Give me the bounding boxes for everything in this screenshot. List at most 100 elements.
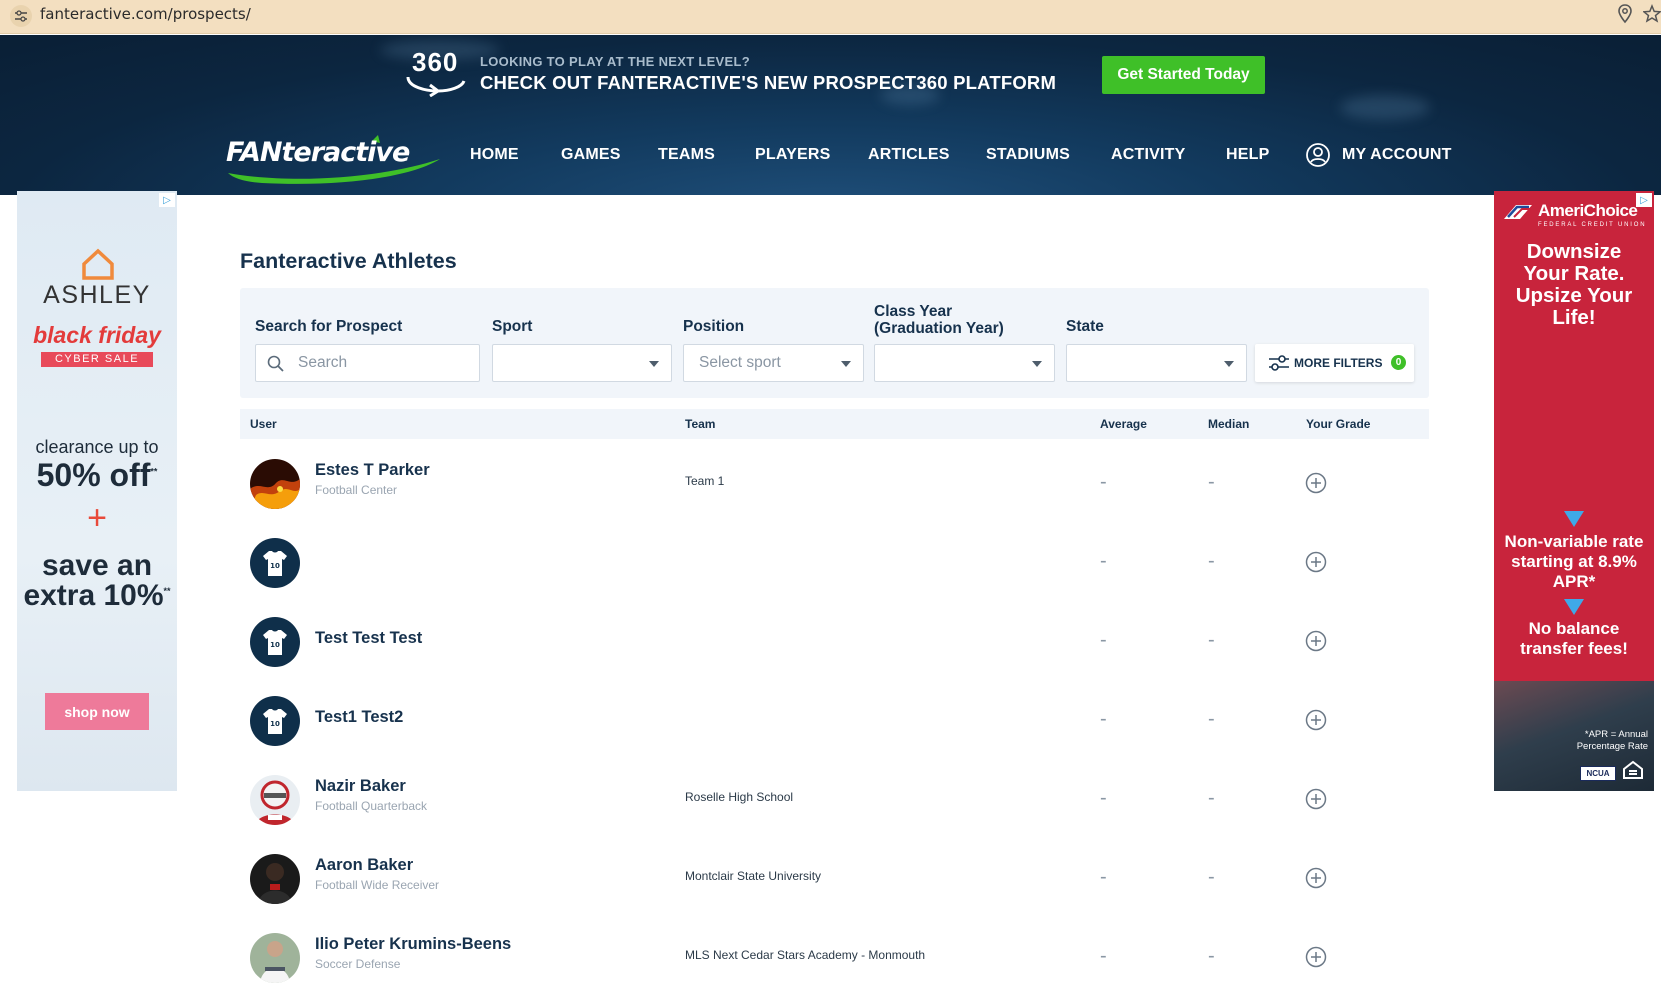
jersey-icon[interactable]: 10	[250, 617, 300, 667]
address-bar[interactable]: fanteractive.com/prospects/	[0, 0, 1661, 34]
col-user[interactable]: User	[250, 417, 277, 431]
ad-ashley[interactable]: ▷ ASHLEY black friday CYBER SALE clearan…	[17, 191, 177, 791]
ad-americhoice[interactable]: ▷ AmeriChoice FEDERAL CREDIT UNION Downs…	[1494, 191, 1654, 791]
nav-teams[interactable]: TEAMS	[658, 146, 715, 164]
location-icon[interactable]	[1618, 4, 1632, 24]
table-row[interactable]: Estes T Parker Football Center Team 1 - -	[240, 444, 1429, 523]
nav-articles[interactable]: ARTICLES	[868, 146, 950, 164]
median-value: -	[1208, 629, 1215, 651]
athlete-name[interactable]: Test1 Test2	[315, 708, 403, 727]
add-grade-icon[interactable]	[1305, 946, 1327, 973]
athlete-position: Football Wide Receiver	[315, 878, 440, 892]
jersey-icon[interactable]: 10	[250, 696, 300, 746]
col-your-grade[interactable]: Your Grade	[1306, 417, 1370, 431]
add-grade-icon[interactable]	[1305, 551, 1327, 578]
ad-footnote: *APR = Annual Percentage Rate	[1576, 729, 1648, 752]
table-row[interactable]: 10 Test Test Test - -	[240, 602, 1429, 681]
ad-line4-text: extra 10%	[23, 579, 164, 612]
more-filters-button[interactable]: MORE FILTERS 0	[1255, 344, 1414, 382]
athlete-position: Football Center	[315, 483, 398, 497]
search-input[interactable]: Search	[255, 344, 480, 382]
nav-stadiums[interactable]: STADIUMS	[986, 146, 1070, 164]
class-year-label: Class Year (Graduation Year)	[874, 303, 1004, 337]
table-row[interactable]: Ilio Peter Krumins-Beens Soccer Defense ML…	[240, 918, 1429, 997]
house-icon	[82, 248, 114, 280]
position-label: Position	[683, 318, 745, 335]
jersey-icon[interactable]: 10	[250, 538, 300, 588]
table-row[interactable]: Nazir Baker Football Quarterback Roselle H…	[240, 760, 1429, 839]
promo-headline[interactable]: CHECK OUT FANTERACTIVE'S NEW PROSPECT360…	[480, 72, 1056, 94]
median-value: -	[1208, 866, 1215, 888]
avatar[interactable]	[250, 933, 300, 983]
nav-my-account[interactable]: MY ACCOUNT	[1342, 146, 1452, 164]
ncua-badge: NCUA	[1580, 766, 1616, 781]
athlete-name[interactable]: Test Test Test	[315, 629, 422, 648]
account-icon[interactable]	[1306, 143, 1330, 167]
athlete-name[interactable]: Nazir Baker	[315, 777, 406, 796]
ad-line4: extra 10%**	[17, 579, 177, 613]
add-grade-icon[interactable]	[1305, 788, 1327, 815]
avatar[interactable]	[250, 459, 300, 509]
ad-line1: clearance up to	[35, 437, 159, 457]
chevron-down-icon	[649, 361, 659, 367]
nav-activity[interactable]: ACTIVITY	[1111, 146, 1186, 164]
athlete-team: Roselle High School	[685, 790, 794, 804]
athlete-name[interactable]: Ilio Peter Krumins-Beens	[315, 935, 511, 954]
svg-text:10: 10	[270, 641, 280, 649]
add-grade-icon[interactable]	[1305, 867, 1327, 894]
col-median[interactable]: Median	[1208, 417, 1249, 431]
add-grade-icon[interactable]	[1305, 709, 1327, 736]
flag-icon	[1504, 205, 1532, 219]
table-row[interactable]: 10 - -	[240, 523, 1429, 602]
chevron-down-icon	[1032, 361, 1042, 367]
table-row[interactable]: Aaron Baker Football Wide Receiver Montcla…	[240, 839, 1429, 918]
triangle-icon	[1564, 599, 1584, 615]
adchoices-icon[interactable]: ▷	[159, 193, 175, 207]
add-grade-icon[interactable]	[1305, 472, 1327, 499]
prospect360-logo[interactable]: 360	[404, 47, 468, 97]
filter-sliders-icon	[1269, 355, 1289, 371]
median-value: -	[1208, 787, 1215, 809]
nav-help[interactable]: HELP	[1226, 146, 1269, 164]
athlete-team: Montclair State University	[685, 869, 822, 883]
nav-home[interactable]: HOME	[470, 146, 519, 164]
athlete-name[interactable]: Aaron Baker	[315, 856, 413, 875]
ad-bullet1: Non-variable rate starting at 8.9% APR*	[1504, 532, 1644, 591]
athlete-name[interactable]: Estes T Parker	[315, 461, 430, 480]
class-year-label-line1: Class Year	[874, 303, 953, 320]
ad-tag: CYBER SALE	[41, 352, 153, 367]
stadium-light	[1340, 95, 1430, 120]
circular-arrow-icon	[406, 76, 466, 97]
state-select[interactable]	[1066, 344, 1247, 382]
sport-select[interactable]	[492, 344, 672, 382]
athlete-position: Soccer Defense	[315, 957, 401, 971]
class-year-select[interactable]	[874, 344, 1055, 382]
ad-line2-text: 50% off	[36, 457, 151, 493]
col-average[interactable]: Average	[1100, 417, 1147, 431]
median-value: -	[1208, 550, 1215, 572]
sport-label: Sport	[492, 318, 533, 335]
add-grade-icon[interactable]	[1305, 630, 1327, 657]
svg-text:10: 10	[270, 720, 280, 728]
position-placeholder: Select sport	[699, 354, 781, 371]
filter-panel: Search for Prospect Search Sport Positio…	[240, 288, 1429, 398]
median-value: -	[1208, 708, 1215, 730]
fanteractive-logo[interactable]: FANteractive	[222, 133, 442, 185]
col-team[interactable]: Team	[685, 417, 715, 431]
url-text[interactable]: fanteractive.com/prospects/	[40, 5, 251, 23]
position-select[interactable]: Select sport	[683, 344, 864, 382]
get-started-button[interactable]: Get Started Today	[1102, 56, 1265, 94]
promo-tagline: LOOKING TO PLAY AT THE NEXT LEVEL?	[480, 54, 750, 69]
bookmark-star-icon[interactable]	[1643, 4, 1661, 24]
search-placeholder: Search	[298, 354, 348, 371]
table-header: User Team Average Median Your Grade	[240, 409, 1429, 439]
nav-games[interactable]: GAMES	[561, 146, 621, 164]
logo-fan: FAN	[226, 137, 282, 168]
avatar[interactable]	[250, 854, 300, 904]
shop-now-button[interactable]: shop now	[45, 693, 149, 730]
site-settings-icon[interactable]	[10, 5, 32, 27]
avatar[interactable]	[250, 775, 300, 825]
logo-wordmark: FANteractive	[226, 137, 410, 168]
nav-players[interactable]: PLAYERS	[755, 146, 831, 164]
table-row[interactable]: 10 Test1 Test2 - -	[240, 681, 1429, 760]
